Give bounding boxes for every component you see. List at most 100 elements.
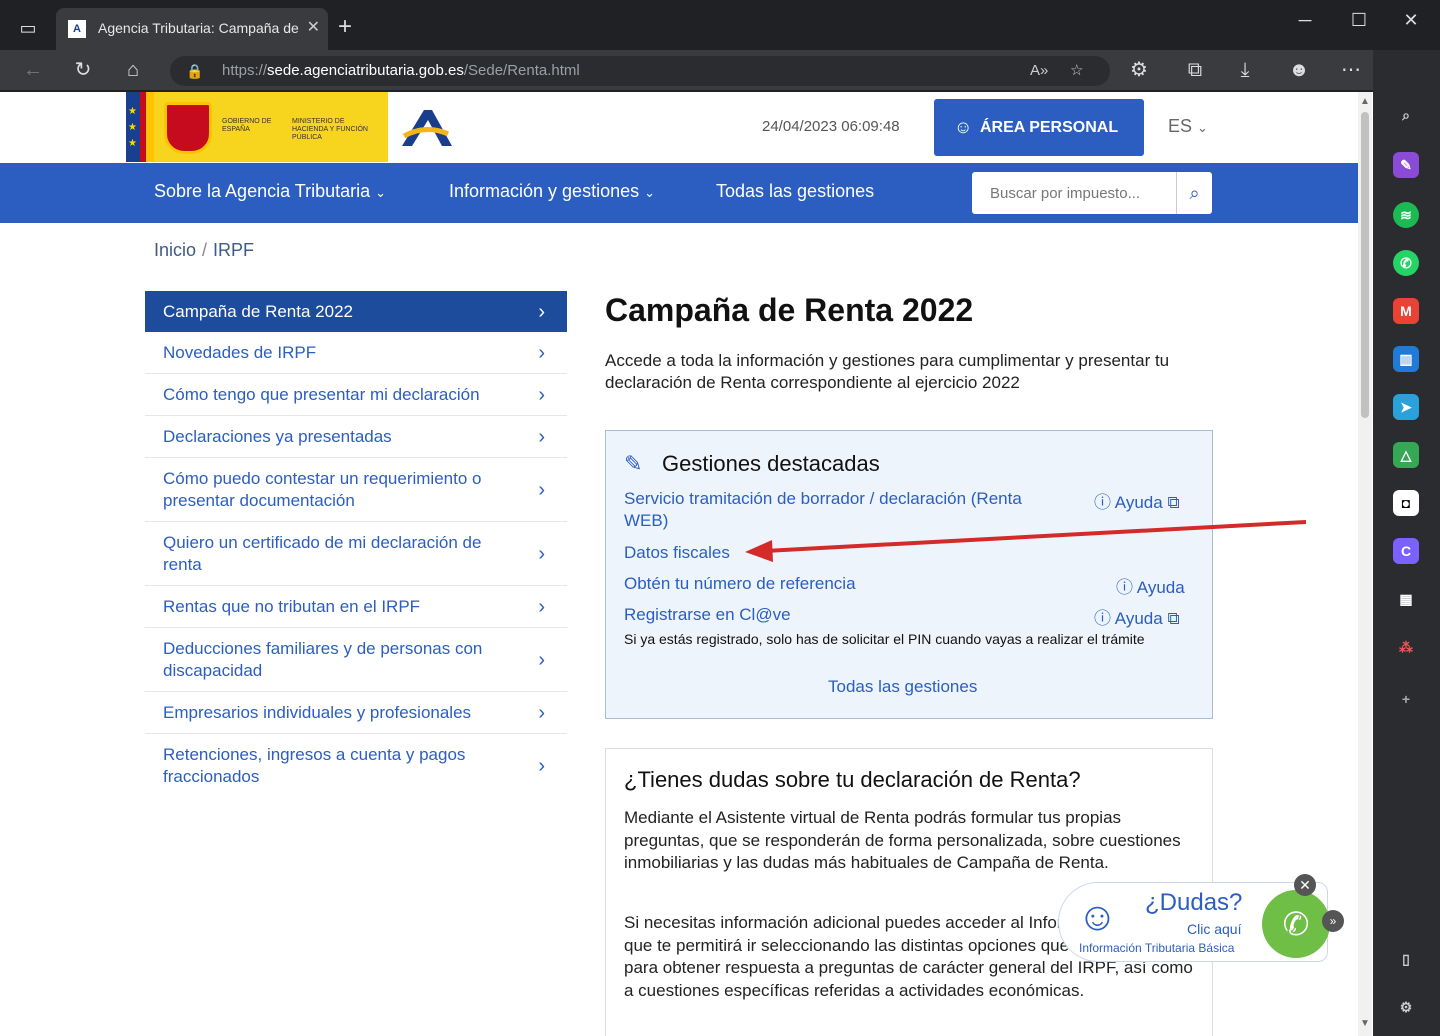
phone-icon[interactable]: ✆ — [1262, 890, 1330, 958]
help-link-3[interactable]: ⓘ Ayuda ⧉ — [1094, 604, 1180, 629]
close-tab-icon[interactable]: ✕ — [307, 8, 320, 48]
question-icon: ⓘ — [1094, 493, 1111, 512]
menu-item-rentas-exentas[interactable]: Rentas que no tributan en el IRPF › — [145, 586, 567, 628]
telegram-icon[interactable]: ➤ — [1393, 394, 1419, 420]
chat-title: ¿Dudas? — [1145, 889, 1243, 916]
url-path: /Sede/Renta.html — [463, 62, 580, 79]
drive-icon[interactable]: △ — [1393, 442, 1419, 468]
menu-label: Deducciones familiares y de personas con… — [163, 639, 483, 680]
favorite-icon[interactable]: ☆ — [1070, 56, 1083, 86]
office-icon[interactable]: ▦ — [1393, 586, 1419, 612]
canva-icon[interactable]: C — [1393, 538, 1419, 564]
nav-todas-gestiones[interactable]: Todas las gestiones — [716, 181, 874, 202]
asana-icon[interactable]: ⁂ — [1393, 634, 1419, 660]
menu-item-presentadas[interactable]: Declaraciones ya presentadas › — [145, 416, 567, 458]
chevron-right-icon: › — [538, 595, 545, 618]
menu-item-retenciones[interactable]: Retenciones, ingresos a cuenta y pagos f… — [145, 734, 567, 797]
todas-gestiones-link[interactable]: Todas las gestiones — [828, 677, 977, 697]
menu-label: Quiero un certificado de mi declaración … — [163, 533, 482, 574]
menu-item-deducciones[interactable]: Deducciones familiares y de personas con… — [145, 628, 567, 692]
support-agent-icon: ☺ — [1077, 895, 1118, 939]
tab-actions-icon[interactable]: ▭ — [10, 13, 46, 43]
search-icon[interactable]: ⌕ — [1176, 172, 1212, 214]
search-input[interactable] — [980, 178, 1175, 208]
extensions-icon[interactable]: ⚙ — [1124, 56, 1154, 84]
menu-item-certificado[interactable]: Quiero un certificado de mi declaración … — [145, 522, 567, 586]
current-datetime: 24/04/2023 06:09:48 — [762, 118, 900, 135]
aeat-logo-icon[interactable] — [398, 106, 454, 152]
edit-icon: ✎ — [624, 451, 643, 476]
menu-item-empresarios[interactable]: Empresarios individuales y profesionales… — [145, 692, 567, 734]
datos-fiscales-link[interactable]: Datos fiscales — [624, 542, 730, 564]
menu-item-campana[interactable]: Campaña de Renta 2022 › — [145, 291, 567, 332]
ministry-label: MINISTERIO DE HACIENDA Y FUNCIÓN PÚBLICA — [292, 118, 368, 141]
back-icon[interactable]: ← — [18, 56, 48, 84]
chevron-down-icon: ⌄ — [644, 185, 656, 200]
maximize-icon[interactable]: ☐ — [1344, 10, 1374, 31]
menu-label: Rentas que no tributan en el IRPF — [163, 597, 421, 616]
browser-toolbar: ← ↻ ⌂ 🔒 https://sede.agenciatributaria.g… — [0, 50, 1440, 90]
nav-informacion[interactable]: Información y gestiones ⌄ — [449, 181, 655, 202]
browser-tab[interactable]: A Agencia Tributaria: Campaña de ✕ — [56, 8, 328, 50]
address-bar[interactable]: 🔒 https://sede.agenciatributaria.gob.es/… — [170, 56, 1110, 86]
page-title: Campaña de Renta 2022 — [605, 292, 974, 328]
scroll-down-icon[interactable]: ▼ — [1360, 1018, 1370, 1029]
url-scheme: https:// — [222, 62, 268, 79]
more-menu-icon[interactable]: ⋯ — [1336, 56, 1366, 84]
web-page: ★ ★ ★ GOBIERNO DE ESPAÑA MINISTERIO DE HAC… — [0, 92, 1373, 1036]
settings-gear-icon[interactable]: ⚙ — [1393, 994, 1419, 1020]
collections-icon[interactable]: ⧉ — [1180, 56, 1210, 84]
page-scrollbar[interactable]: ▲ ▼ — [1358, 92, 1372, 1036]
area-personal-button[interactable]: ☺ ÁREA PERSONAL — [934, 99, 1144, 156]
external-link-icon: ⧉ — [1167, 609, 1180, 628]
reload-icon[interactable]: ↻ — [68, 56, 98, 84]
nav-sobre[interactable]: Sobre la Agencia Tributaria ⌄ — [154, 181, 386, 202]
profile-avatar-icon[interactable]: ☻ — [1284, 56, 1314, 84]
spotify-icon[interactable]: ≋ — [1393, 202, 1419, 228]
scroll-thumb[interactable] — [1361, 112, 1369, 418]
help-link-2[interactable]: ⓘ Ayuda — [1116, 573, 1185, 598]
chat-cta: Clic aquí — [1187, 921, 1242, 937]
chat-subtitle: Información Tributaria Básica — [1079, 941, 1235, 955]
language-selector[interactable]: ES ⌄ — [1168, 116, 1208, 137]
minimize-icon[interactable]: ─ — [1290, 10, 1320, 31]
breadcrumb-irpf[interactable]: IRPF — [213, 240, 254, 260]
scroll-up-icon[interactable]: ▲ — [1360, 96, 1370, 107]
intro-text: Accede a toda la información y gestiones… — [605, 351, 1170, 392]
add-sidebar-icon[interactable]: + — [1393, 686, 1419, 712]
sidebar-toggle-icon[interactable]: ▯ — [1393, 946, 1419, 972]
renta-web-link[interactable]: Servicio tramitación de borrador / decla… — [624, 488, 1024, 532]
menu-label: Retenciones, ingresos a cuenta y pagos f… — [163, 745, 466, 786]
chevron-right-icon: › — [538, 341, 545, 364]
notes-icon[interactable]: ✎ — [1393, 152, 1419, 178]
chevron-right-icon: › — [538, 754, 545, 777]
menu-label: Campaña de Renta 2022 — [163, 302, 353, 321]
close-window-icon[interactable]: ✕ — [1396, 10, 1426, 31]
expand-chat-icon[interactable]: » — [1322, 910, 1344, 932]
side-menu: Campaña de Renta 2022 › Novedades de IRPF… — [145, 291, 567, 797]
chevron-right-icon: › — [538, 425, 545, 448]
chevron-right-icon: › — [538, 478, 545, 501]
menu-item-requerimiento[interactable]: Cómo puedo contestar un requerimiento o … — [145, 458, 567, 522]
help-link-1[interactable]: ⓘ Ayuda ⧉ — [1094, 488, 1180, 513]
app-icon[interactable]: ◘ — [1393, 490, 1419, 516]
menu-item-novedades[interactable]: Novedades de IRPF › — [145, 332, 567, 374]
lock-icon: 🔒 — [186, 63, 204, 79]
new-tab-icon[interactable]: + — [338, 12, 352, 42]
gmail-icon[interactable]: M — [1393, 298, 1419, 324]
downloads-icon[interactable]: ⤓ — [1230, 56, 1260, 84]
breadcrumb-inicio[interactable]: Inicio — [154, 240, 196, 260]
menu-item-como-presentar[interactable]: Cómo tengo que presentar mi declaración › — [145, 374, 567, 416]
clave-link[interactable]: Registrarse en Cl@ve — [624, 604, 791, 626]
whatsapp-icon[interactable]: ✆ — [1393, 250, 1419, 276]
read-aloud-icon[interactable]: A» — [1030, 56, 1048, 86]
home-icon[interactable]: ⌂ — [118, 56, 148, 84]
flag-icon: ★ ★ ★ — [126, 92, 154, 162]
search-sidebar-icon[interactable]: ⌕ — [1393, 102, 1419, 128]
government-logo[interactable]: ★ ★ ★ GOBIERNO DE ESPAÑA MINISTERIO DE HAC… — [126, 92, 388, 162]
close-chat-icon[interactable]: ✕ — [1294, 874, 1316, 896]
trello-icon[interactable]: ▥ — [1393, 346, 1419, 372]
area-personal-label: ÁREA PERSONAL — [980, 119, 1119, 136]
dudas-paragraph-1: Mediante el Asistente virtual de Renta p… — [624, 808, 1181, 872]
numero-referencia-link[interactable]: Obtén tu número de referencia — [624, 573, 856, 595]
